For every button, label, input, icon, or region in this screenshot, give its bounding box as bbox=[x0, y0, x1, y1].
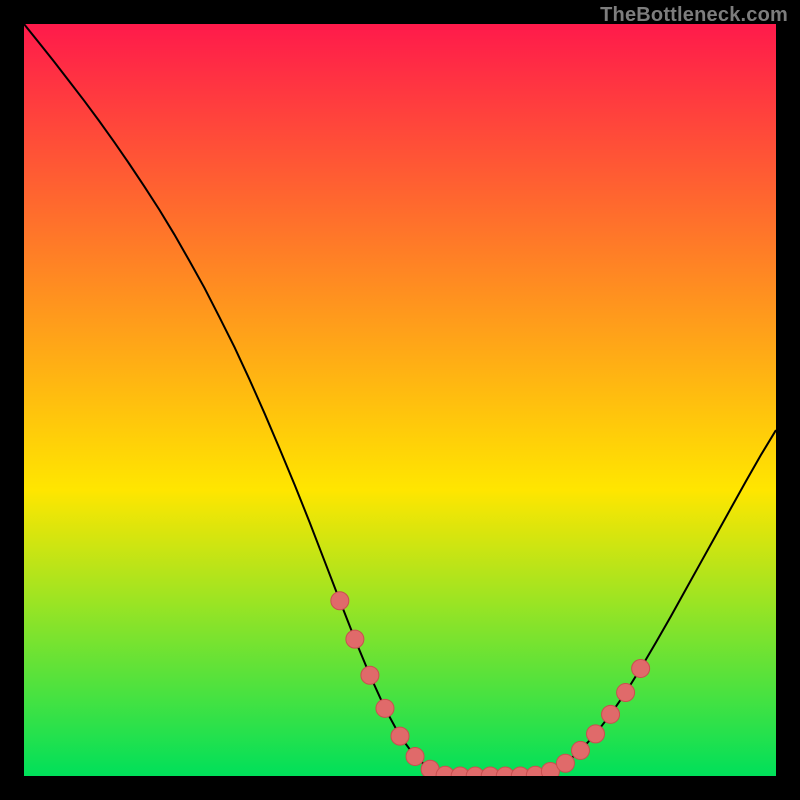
highlight-dot bbox=[602, 705, 620, 723]
plot-area bbox=[24, 24, 776, 776]
highlight-dot bbox=[361, 666, 379, 684]
highlight-dot bbox=[346, 630, 364, 648]
highlight-dot bbox=[331, 592, 349, 610]
highlight-dot bbox=[376, 699, 394, 717]
highlight-dot bbox=[571, 741, 589, 759]
chart-frame: TheBottleneck.com bbox=[0, 0, 800, 800]
gradient-background bbox=[24, 24, 776, 776]
highlight-dot bbox=[632, 659, 650, 677]
highlight-dot bbox=[391, 727, 409, 745]
highlight-dot bbox=[406, 747, 424, 765]
highlight-dot bbox=[617, 684, 635, 702]
highlight-dot bbox=[556, 754, 574, 772]
chart-svg bbox=[24, 24, 776, 776]
highlight-dot bbox=[587, 725, 605, 743]
